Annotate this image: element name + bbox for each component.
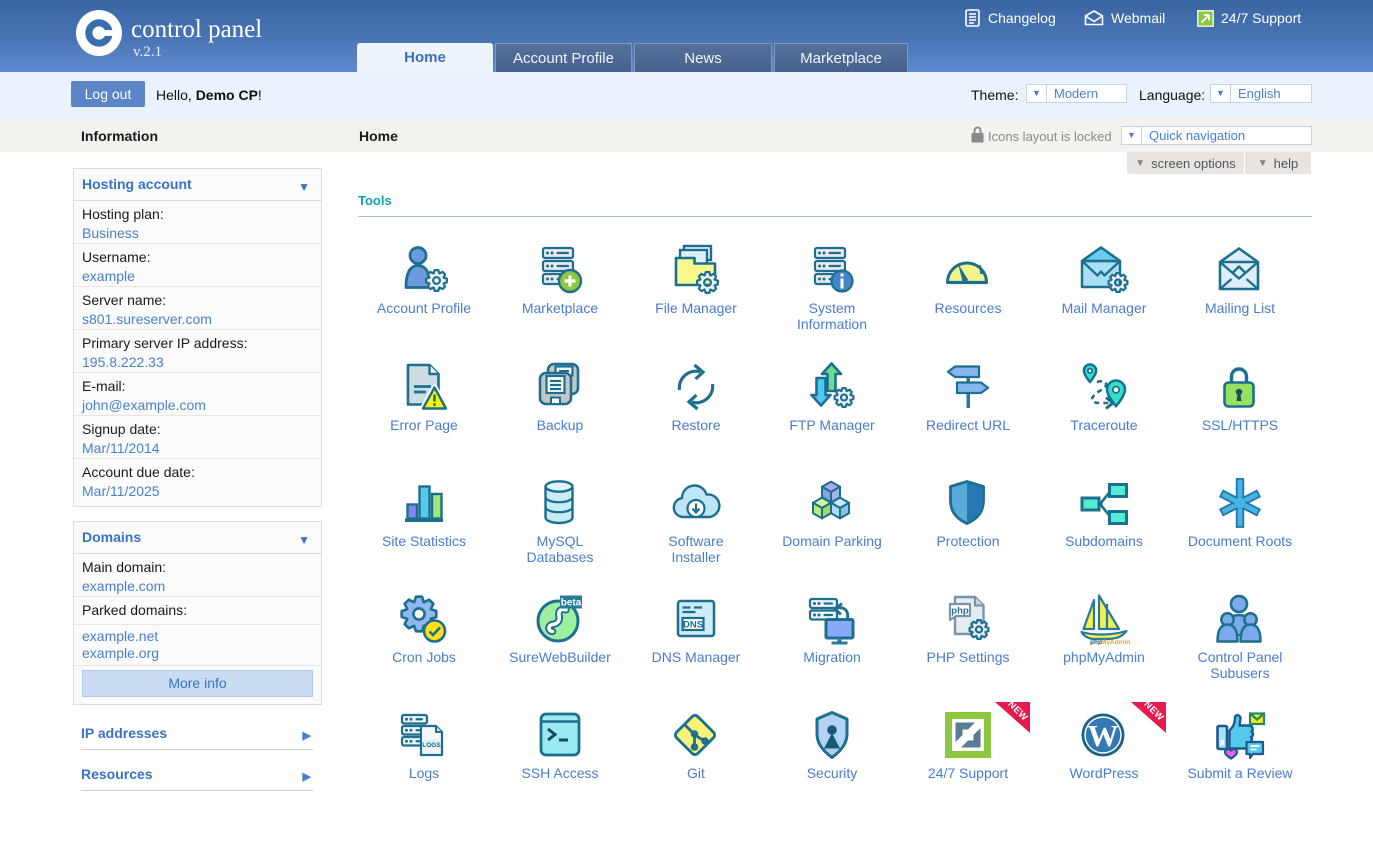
svg-text:beta: beta (561, 598, 582, 609)
svg-text:MyAdmin: MyAdmin (1101, 639, 1130, 645)
svg-text:php: php (951, 606, 969, 617)
svg-text:W: W (1088, 718, 1119, 753)
svg-text:DNS: DNS (683, 620, 703, 631)
svg-text:LOGS: LOGS (422, 742, 441, 749)
